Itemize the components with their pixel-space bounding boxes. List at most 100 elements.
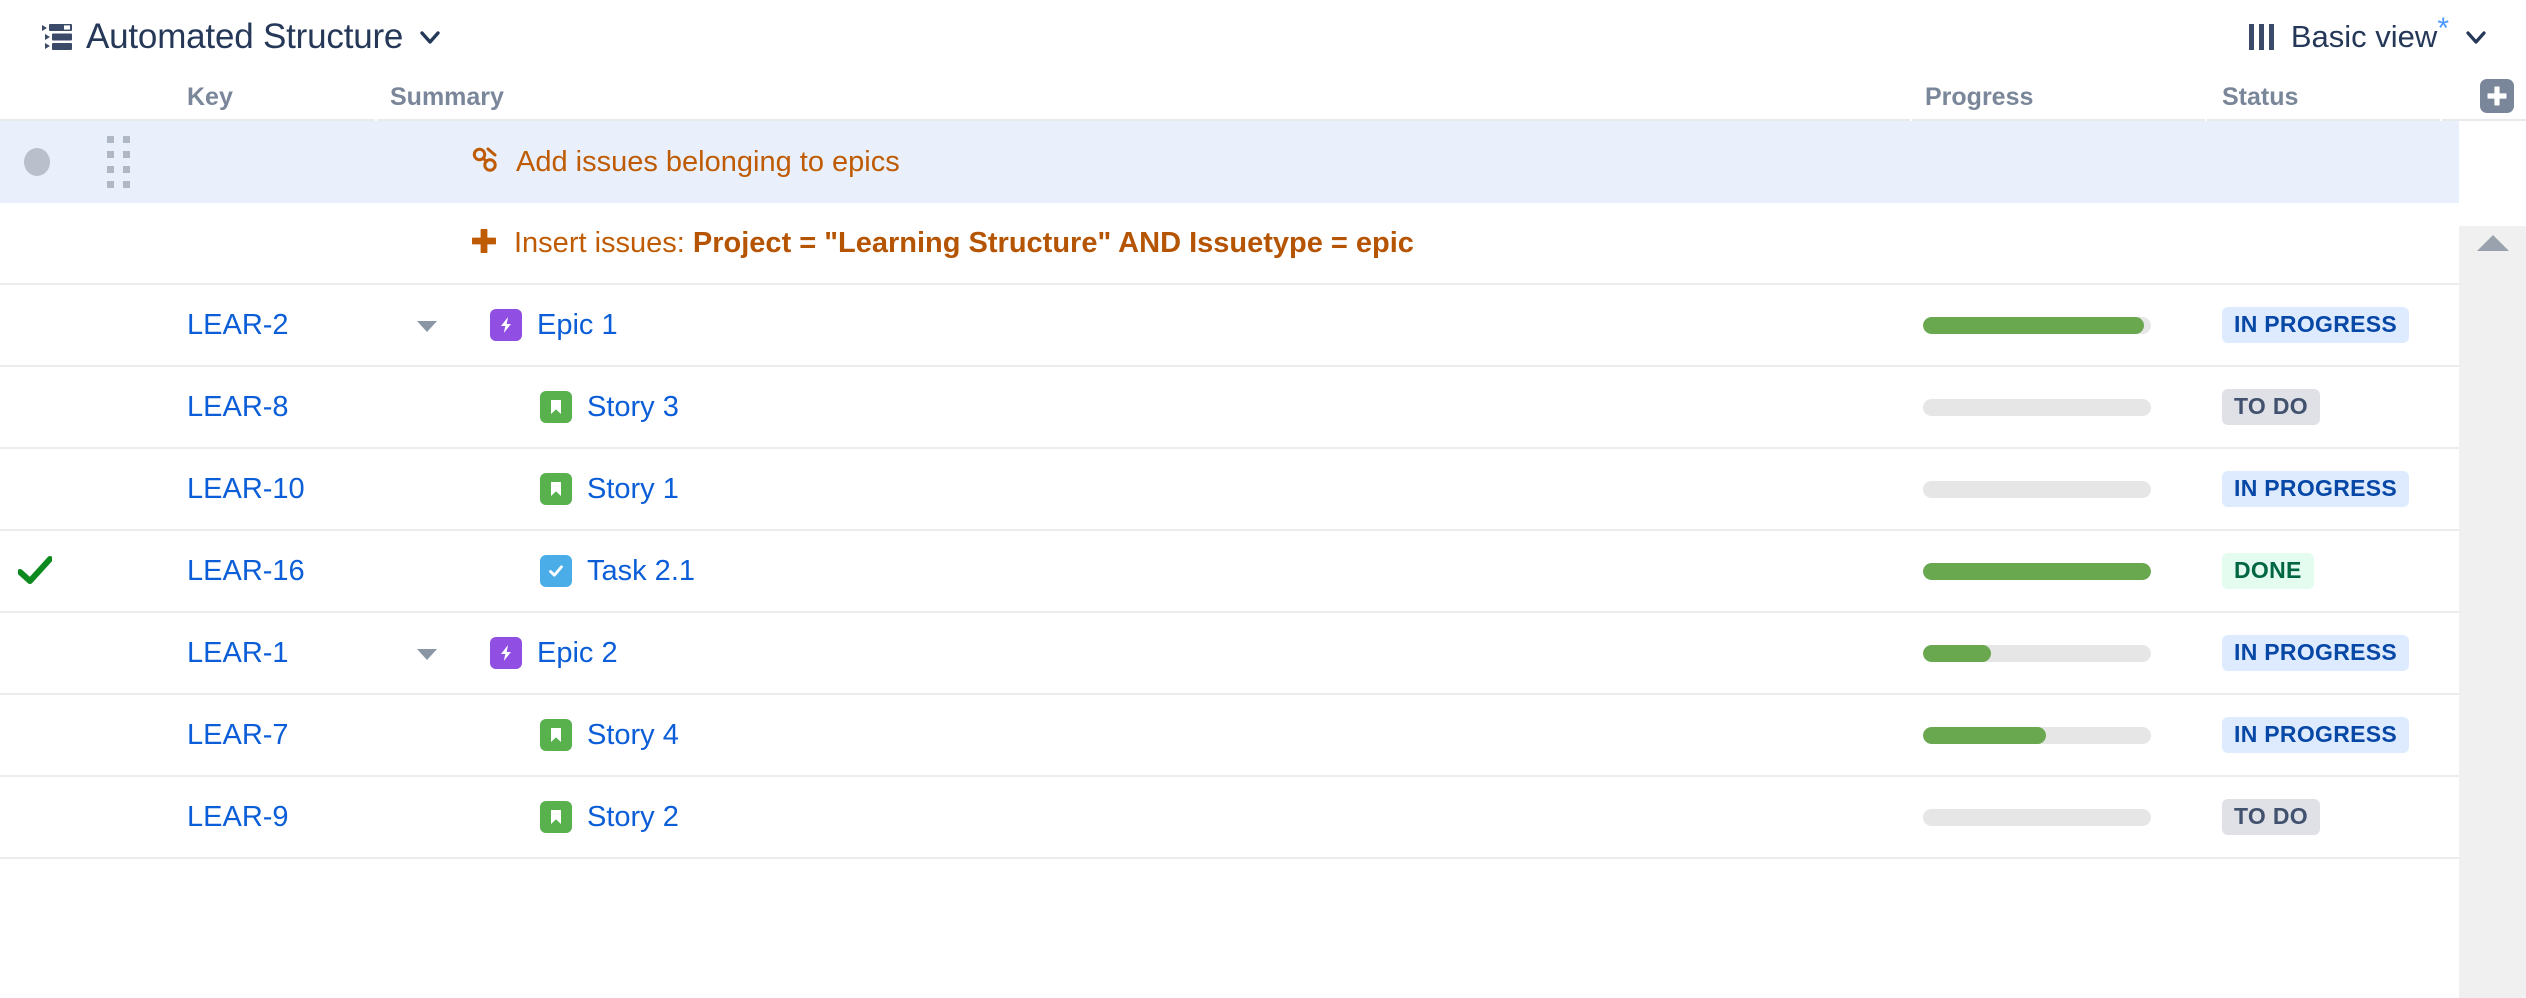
issue-key-cell[interactable]: LEAR-16 [187,531,377,611]
caret-down-icon[interactable] [410,285,444,365]
view-selector[interactable]: Basic view* [2248,19,2488,55]
status-badge[interactable]: IN PROGRESS [2222,717,2409,753]
issue-summary-text[interactable]: Story 2 [587,801,679,834]
table-row[interactable]: LEAR-1 Epic 2 [0,613,2459,695]
story-icon [540,801,572,833]
green-check-icon [10,531,60,611]
issue-key-cell[interactable]: LEAR-1 [187,613,377,693]
progress-cell [1923,613,2203,693]
issue-summary-cell[interactable]: Epic 2 [490,613,618,693]
generator-row-insert-issues[interactable]: Insert issues: Project = "Learning Struc… [0,203,2459,285]
issue-key-link[interactable]: LEAR-9 [187,801,289,834]
table-row[interactable]: LEAR-10 Story 1 IN PROGRESS [0,449,2459,531]
status-badge[interactable]: IN PROGRESS [2222,635,2409,671]
status-cell[interactable]: DONE [2222,531,2314,611]
column-divider[interactable] [2440,111,2442,121]
generator-dot-icon [14,121,60,203]
status-cell[interactable]: TO DO [2222,777,2320,857]
status-cell[interactable]: IN PROGRESS [2222,695,2409,775]
status-cell[interactable]: TO DO [2222,367,2320,447]
progress-bar-fill [1923,317,2144,334]
progress-bar [1923,809,2151,826]
issue-summary-text[interactable]: Epic 2 [537,637,618,670]
issue-key-cell[interactable]: LEAR-9 [187,777,377,857]
structure-title-group[interactable]: Automated Structure [42,17,443,57]
vertical-scrollbar[interactable] [2459,226,2526,998]
generator-summary-cell[interactable]: Insert issues: Project = "Learning Struc… [470,203,1414,283]
progress-cell [1923,777,2203,857]
drag-handle-icon[interactable] [102,121,136,203]
link-icon [470,145,500,180]
issue-summary-text[interactable]: Story 1 [587,473,679,506]
issue-key-link[interactable]: LEAR-16 [187,555,305,588]
issue-key-cell[interactable]: LEAR-8 [187,367,377,447]
progress-cell [1923,285,2203,365]
issue-summary-text[interactable]: Epic 1 [537,309,618,342]
issue-summary-text[interactable]: Story 4 [587,719,679,752]
page-title: Automated Structure [86,17,403,57]
progress-bar [1923,563,2151,580]
status-cell[interactable]: IN PROGRESS [2222,613,2409,693]
progress-bar [1923,481,2151,498]
view-modified-marker: * [2437,12,2449,45]
issue-summary-text[interactable]: Task 2.1 [587,555,695,588]
title-chevron-down-icon[interactable] [417,24,443,50]
progress-bar-fill [1923,645,1991,662]
issue-summary-cell[interactable]: Story 4 [540,695,679,775]
issue-key-link[interactable]: LEAR-7 [187,719,289,752]
epic-icon [490,637,522,669]
table-row[interactable]: LEAR-9 Story 2 TO DO [0,777,2459,859]
issue-key-link[interactable]: LEAR-10 [187,473,305,506]
task-icon [540,555,572,587]
column-divider[interactable] [1910,111,1912,121]
issue-summary-cell[interactable]: Story 2 [540,777,679,857]
column-divider[interactable] [2205,111,2207,121]
issue-key-cell[interactable]: LEAR-10 [187,449,377,529]
progress-cell [1923,367,2203,447]
column-header-row: Key Summary Progress Status [0,73,2526,121]
status-cell[interactable]: IN PROGRESS [2222,449,2409,529]
plus-icon [470,227,498,260]
table-row[interactable]: LEAR-8 Story 3 TO DO [0,367,2459,449]
add-column-button[interactable] [2480,79,2514,113]
issue-key-cell[interactable]: LEAR-2 [187,285,377,365]
scroll-up-arrow-icon[interactable] [2475,232,2511,259]
generator-summary-cell[interactable]: Add issues belonging to epics [470,121,900,203]
issue-summary-cell[interactable]: Epic 1 [490,285,618,365]
progress-bar-fill [1923,563,2151,580]
progress-cell [1923,449,2203,529]
table-row[interactable]: LEAR-2 Epic 1 [0,285,2459,367]
status-badge[interactable]: TO DO [2222,389,2320,425]
column-header-summary[interactable]: Summary [390,83,504,112]
story-icon [540,391,572,423]
story-icon [540,473,572,505]
caret-down-icon[interactable] [410,613,444,693]
column-divider[interactable] [375,111,377,121]
status-badge[interactable]: DONE [2222,553,2314,589]
status-badge[interactable]: IN PROGRESS [2222,307,2409,343]
issue-summary-cell[interactable]: Story 3 [540,367,679,447]
generator-jql: Project = "Learning Structure" AND Issue… [693,227,1414,259]
status-badge[interactable]: TO DO [2222,799,2320,835]
column-header-status[interactable]: Status [2222,83,2298,112]
issue-key-link[interactable]: LEAR-2 [187,309,289,342]
table-row[interactable]: LEAR-7 Story 4 IN PROGRESS [0,695,2459,777]
issue-summary-cell[interactable]: Story 1 [540,449,679,529]
epic-icon [490,309,522,341]
column-header-key[interactable]: Key [187,83,233,112]
structure-icon [42,24,72,50]
table-row[interactable]: LEAR-16 Task 2.1 DONE [0,531,2459,613]
structure-grid: Key Summary Progress Status [0,73,2526,859]
status-cell[interactable]: IN PROGRESS [2222,285,2409,365]
view-label: Basic view* [2291,19,2449,55]
issue-summary-text[interactable]: Story 3 [587,391,679,424]
issue-key-link[interactable]: LEAR-1 [187,637,289,670]
issue-key-link[interactable]: LEAR-8 [187,391,289,424]
status-badge[interactable]: IN PROGRESS [2222,471,2409,507]
issue-key-cell[interactable]: LEAR-7 [187,695,377,775]
generator-row-add-issues[interactable]: Add issues belonging to epics [0,121,2459,203]
view-chevron-down-icon[interactable] [2464,25,2488,49]
issue-summary-cell[interactable]: Task 2.1 [540,531,695,611]
generator-label-prefix: Insert issues: [514,227,693,259]
column-header-progress[interactable]: Progress [1925,83,2033,112]
